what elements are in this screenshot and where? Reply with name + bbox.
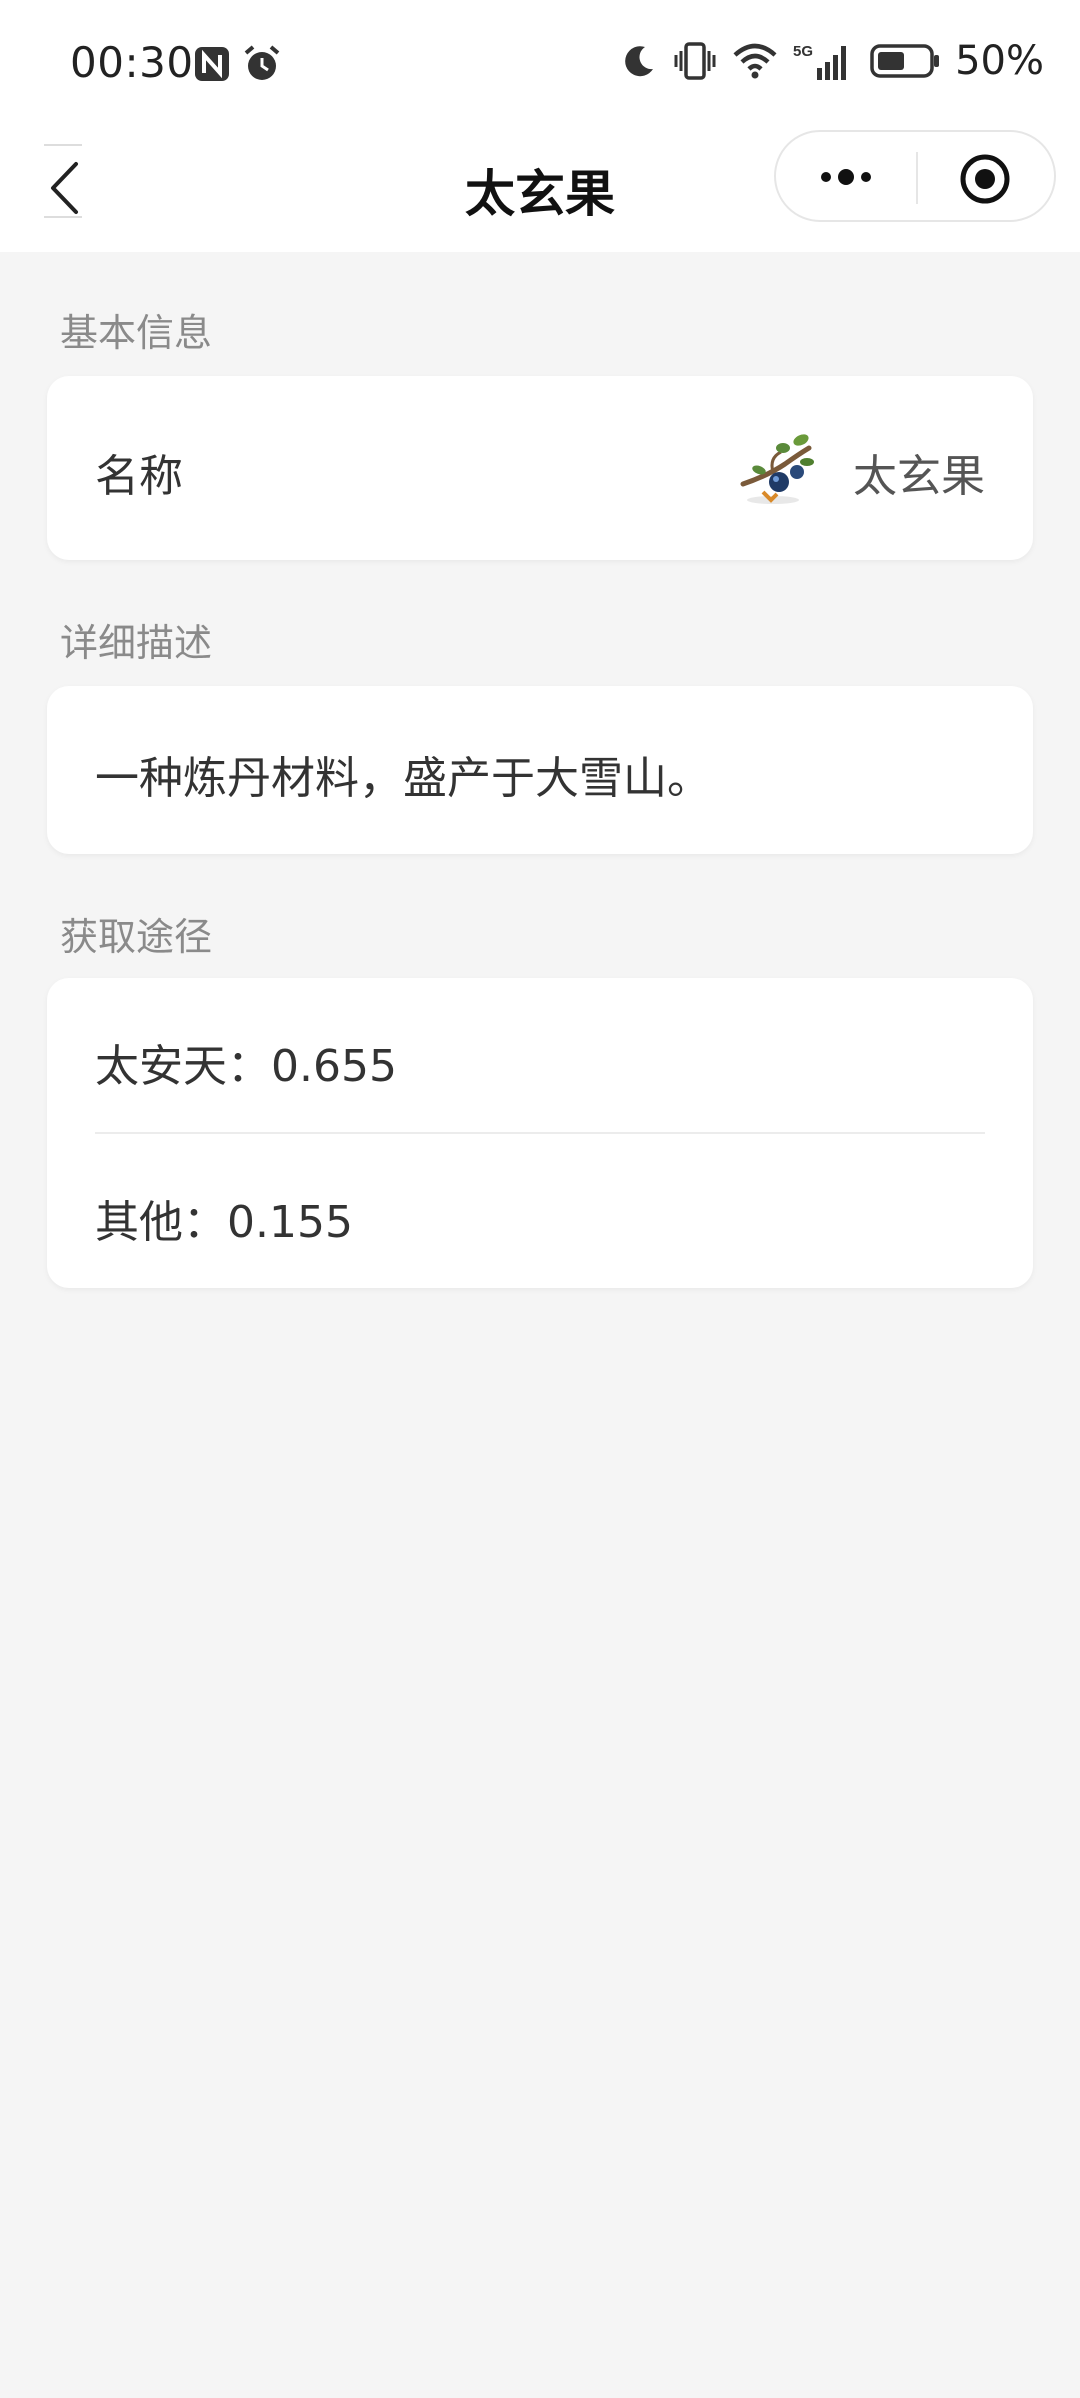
mini-program-capsule	[774, 130, 1056, 222]
section-title-basic-info: 基本信息	[60, 311, 213, 355]
description-text: 一种炼丹材料，盛产于大雪山。	[95, 753, 711, 804]
sources-card: 太安天：0.655 其他：0.155	[47, 978, 1033, 1288]
name-value: 太玄果	[853, 451, 985, 502]
battery-icon	[870, 44, 940, 78]
status-bar: 00:30 5G 50%	[0, 0, 1080, 130]
fruit-branch-icon	[740, 434, 814, 504]
divider	[95, 1132, 985, 1134]
name-label: 名称	[95, 451, 183, 502]
nfc-icon	[195, 47, 229, 81]
navigation-bar: 太玄果	[0, 130, 1080, 252]
target-close-icon	[960, 154, 1010, 204]
moon-icon	[625, 46, 654, 77]
battery-percent: 50%	[955, 38, 1044, 84]
svg-text:5G: 5G	[793, 43, 813, 60]
basic-info-card: 名称 太玄果	[47, 376, 1033, 560]
wifi-icon	[733, 43, 777, 79]
signal-icon: 5G	[793, 43, 847, 80]
more-button[interactable]	[814, 154, 878, 200]
section-title-description: 详细描述	[60, 621, 213, 665]
description-card: 一种炼丹材料，盛产于大雪山。	[47, 686, 1033, 854]
section-title-sources: 获取途径	[60, 915, 213, 959]
vibrate-icon	[674, 42, 716, 80]
close-button[interactable]	[958, 152, 1012, 206]
source-item-label: 其他：0.155	[95, 1197, 353, 1248]
source-item-label: 太安天：0.655	[95, 1041, 397, 1092]
more-dots-icon	[821, 169, 871, 185]
status-time: 00:30	[70, 38, 194, 87]
alarm-icon	[244, 45, 280, 80]
